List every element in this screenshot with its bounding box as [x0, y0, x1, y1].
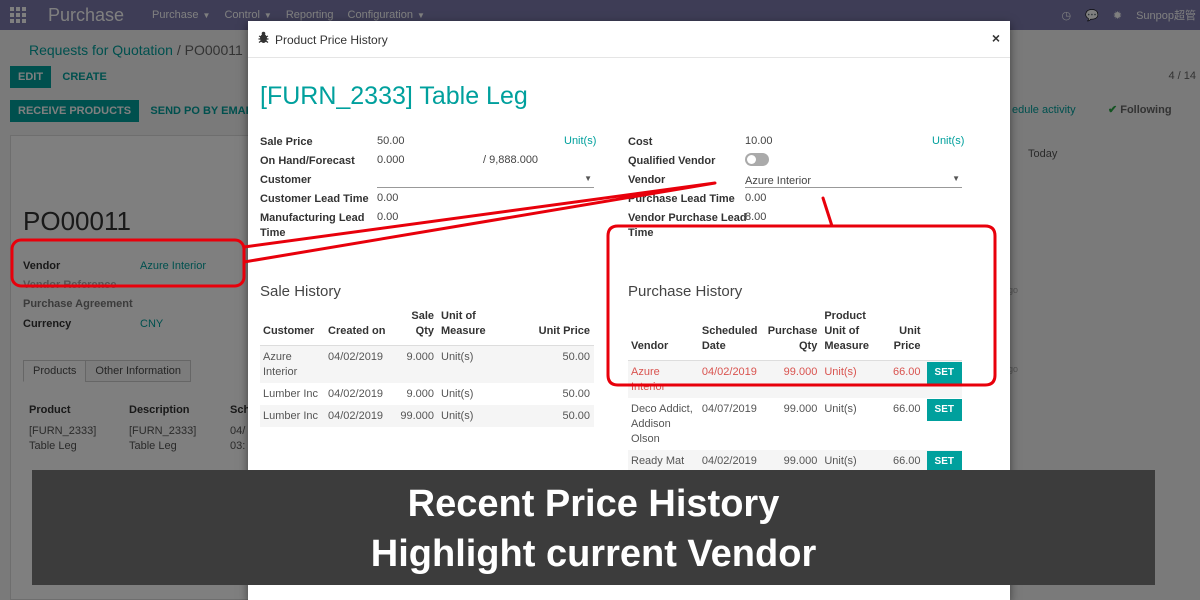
cell-customer: Lumber Inc [263, 388, 319, 400]
cell-qty: 99.000 [395, 405, 438, 427]
cell-uom: Unit(s) [441, 388, 474, 400]
qualified-vendor-toggle[interactable] [745, 153, 769, 166]
label-line: Vendor Purchase Lead [628, 212, 747, 224]
customer-select[interactable]: ▼ [377, 173, 594, 188]
vendor-select-value: Azure Interior [745, 175, 812, 187]
table-row[interactable]: Lumber Inc 04/02/2019 9.000 Unit(s) 50.0… [260, 383, 594, 405]
cell-qty: 9.000 [406, 388, 434, 400]
bug-icon [258, 31, 269, 43]
table-row[interactable]: Azure Interior 04/02/2019 9.000 Unit(s) … [260, 345, 594, 383]
cell-action: SET [924, 360, 962, 398]
manufacturing-lead-time-value: 0.00 [377, 211, 399, 223]
column-header[interactable]: Product Unit of Measure [821, 309, 878, 361]
purchase-history-table: Vendor Scheduled Date Purchase Qty Produ… [628, 309, 962, 474]
cell-price: 50.00 [518, 405, 594, 427]
cell-date: 04/02/2019 [698, 360, 762, 398]
caption-line-1: Recent Price History [407, 483, 780, 525]
label-line: Manufacturing Lead [260, 212, 365, 224]
column-header[interactable]: Sale Qty [395, 309, 438, 346]
on-hand-label: On Hand/Forecast [260, 155, 355, 167]
customer-lead-time-label: Customer Lead Time [260, 193, 369, 205]
cell-price: 50.00 [562, 388, 590, 400]
product-title: [FURN_2333] Table Leg [260, 82, 528, 110]
caption-banner: Recent Price History Highlight current V… [32, 470, 1155, 585]
cell-price: 66.00 [893, 403, 921, 415]
cell-price: 66.00 [877, 360, 925, 398]
vendor-select[interactable]: Azure Interior ▼ [745, 173, 962, 188]
column-header[interactable]: Customer [260, 309, 325, 346]
column-header-action [924, 309, 962, 361]
cell-created: 04/02/2019 [325, 405, 395, 427]
column-header[interactable]: Unit Price [877, 309, 925, 361]
column-header[interactable]: Purchase Qty [761, 309, 822, 361]
table-row[interactable]: Lumber Inc 04/02/2019 99.000 Unit(s) 50.… [260, 405, 594, 427]
sale-price-label: Sale Price [260, 136, 313, 148]
caret-down-icon: ▼ [584, 174, 592, 183]
dialog-title: Product Price History [275, 33, 388, 47]
column-header[interactable]: Vendor [628, 309, 699, 361]
cell-uom: Unit(s) [824, 403, 857, 415]
set-price-button[interactable]: SET [926, 399, 962, 421]
column-header[interactable]: Created on [325, 309, 395, 346]
cell-uom: Unit(s) [438, 405, 518, 427]
cell-qty: 99.000 [783, 403, 818, 415]
purchase-lead-time-label: Purchase Lead Time [628, 193, 735, 205]
cell-qty: 9.000 [395, 345, 438, 383]
cost-value: 10.00 [745, 135, 773, 147]
cost-unit[interactable]: Unit(s) [932, 135, 964, 147]
cell-created: 04/02/2019 [328, 388, 384, 400]
on-hand-value: 0.000 [377, 154, 405, 166]
cell-customer: Azure Interior [260, 345, 325, 383]
manufacturing-lead-time-label: Manufacturing Lead Time [260, 211, 365, 241]
caption-line-2: Highlight current Vendor [370, 533, 817, 575]
cell-vendor: Deco Addict, Addison Olson [631, 403, 693, 445]
column-header[interactable]: Scheduled Date [698, 309, 762, 361]
sale-history-table: Customer Created on Sale Qty Unit of Mea… [260, 309, 594, 427]
dialog-header: Product Price History × [248, 21, 1010, 58]
column-header[interactable]: Unit Price [518, 309, 594, 346]
sale-history-heading: Sale History [260, 283, 341, 300]
cost-label: Cost [628, 136, 653, 148]
customer-label: Customer [260, 174, 312, 186]
vendor-purchase-lead-time-label: Vendor Purchase Lead Time [628, 211, 747, 241]
table-row-current-vendor[interactable]: Azure Interior 04/02/2019 99.000 Unit(s)… [628, 360, 962, 398]
cell-date: 04/07/2019 [701, 403, 757, 415]
cell-uom: Unit(s) [438, 345, 518, 383]
vendor-label: Vendor [628, 174, 666, 186]
table-header-row: Vendor Scheduled Date Purchase Qty Produ… [628, 309, 962, 361]
table-row[interactable]: Deco Addict, Addison Olson 04/07/2019 99… [628, 398, 962, 450]
close-icon[interactable]: × [992, 30, 1000, 46]
label-line: Time [628, 227, 654, 239]
sale-price-value: 50.00 [377, 135, 405, 147]
customer-lead-time-value: 0.00 [377, 192, 399, 204]
set-price-button[interactable]: SET [926, 362, 962, 384]
cell-created: 04/02/2019 [325, 345, 395, 383]
column-header[interactable]: Unit of Measure [438, 309, 518, 346]
cell-action: SET [925, 398, 962, 450]
sale-price-unit[interactable]: Unit(s) [564, 135, 596, 147]
purchase-lead-time-value: 0.00 [745, 192, 767, 204]
vendor-purchase-lead-time-value: 8.00 [745, 211, 767, 223]
caret-down-icon: ▼ [952, 174, 960, 183]
purchase-history-heading: Purchase History [628, 283, 743, 300]
cell-qty: 99.000 [761, 360, 822, 398]
cell-customer: Lumber Inc [260, 405, 325, 427]
table-header-row: Customer Created on Sale Qty Unit of Mea… [260, 309, 594, 346]
qualified-vendor-label: Qualified Vendor [628, 155, 716, 167]
label-line: Time [260, 227, 286, 239]
cell-uom: Unit(s) [821, 360, 878, 398]
cell-vendor: Azure Interior [628, 360, 699, 398]
forecast-value: / 9,888.000 [483, 154, 539, 166]
cell-price: 50.00 [518, 345, 594, 383]
